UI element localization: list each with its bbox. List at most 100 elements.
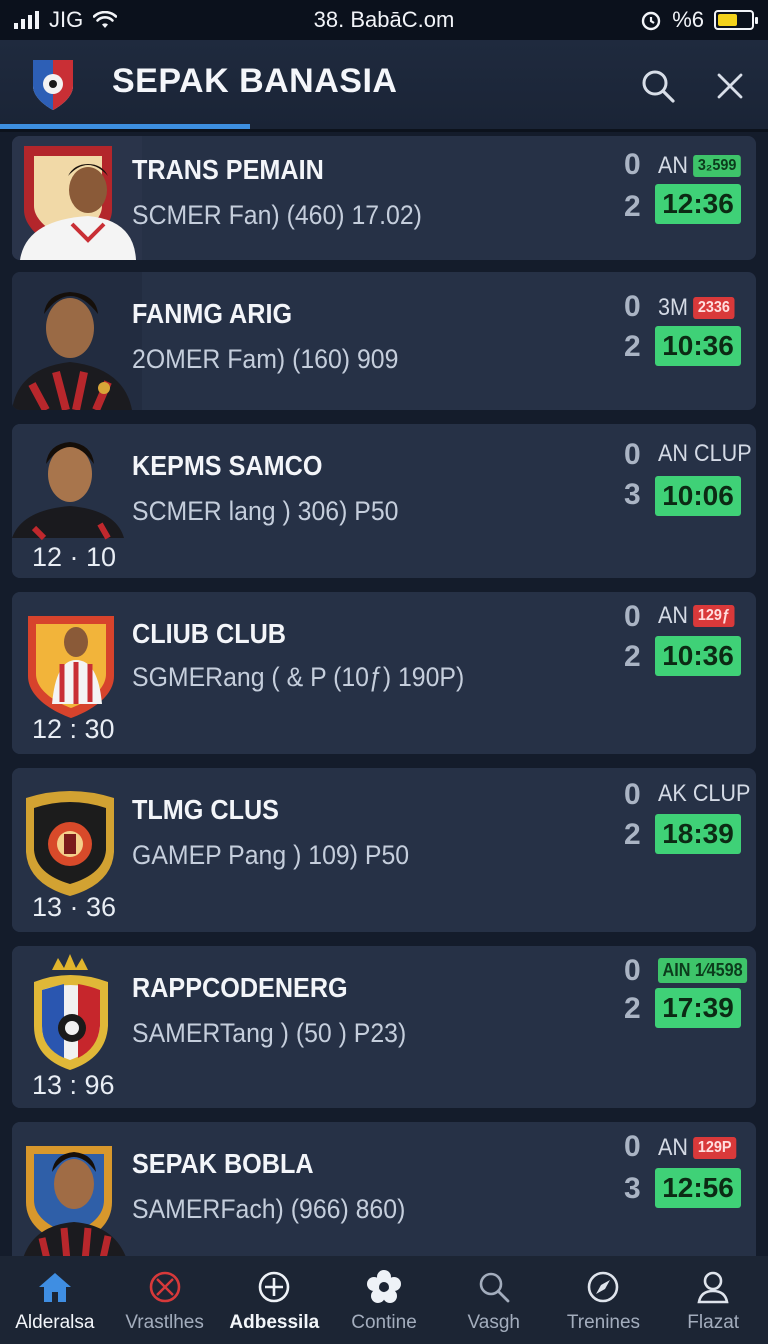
meta-text: AN [658, 602, 689, 629]
kickoff-time: 12 : 30 [32, 714, 115, 744]
tag-badge: 3₂599 [693, 155, 741, 177]
match-name: TRANS PEMAIN [132, 154, 324, 185]
match-card[interactable]: RAPPCODENERG SAMERTang ) (50 ) P23) 13 :… [12, 946, 756, 1108]
meta-text: AN [658, 1134, 689, 1161]
match-meta: AIN 1⁄4598 [658, 958, 748, 986]
match-meta: AN 129ƒ [658, 602, 735, 630]
time-badge: 12:56 [655, 1168, 741, 1208]
time-badge: 10:06 [655, 476, 741, 516]
match-card[interactable]: TRANS PEMAIN SCMER Fan) (460) 17.02) 0 A… [12, 136, 756, 260]
user-icon [694, 1268, 732, 1306]
match-name: CLIUB CLUB [132, 618, 286, 649]
kickoff-time: 13 : 96 [32, 1070, 115, 1100]
match-meta: AN 3₂599 [658, 152, 741, 180]
score-top: 0 [624, 954, 641, 987]
match-subtitle: GAMEP Pang ) 109) P50 [132, 840, 410, 870]
club-crest-logo [33, 60, 73, 110]
score-bottom: 3 [624, 1172, 641, 1205]
status-bar: JIG 38. BabāC.om %6 [0, 0, 768, 40]
nav-label: Contine [351, 1312, 417, 1333]
home-icon [36, 1268, 74, 1306]
match-card[interactable]: TLMG CLUS GAMEP Pang ) 109) P50 13 · 36 … [12, 768, 756, 932]
score-top: 0 [624, 148, 641, 181]
match-name: FANMG ARIG [132, 298, 293, 329]
match-subtitle: SCMER lang ) 306) P50 [132, 496, 399, 526]
bottom-navigation: Alderalsa Vrastlhes Adbessila Contine Va… [0, 1256, 768, 1344]
time-badge: 18:39 [655, 814, 741, 854]
time-badge: 10:36 [655, 636, 741, 676]
nav-item-vasgh[interactable]: Vasgh [439, 1256, 549, 1344]
battery-icon [714, 10, 758, 30]
nav-label: Alderalsa [15, 1312, 95, 1333]
nav-label: Adbessila [229, 1312, 320, 1333]
match-name: RAPPCODENERG [132, 972, 348, 1003]
match-subtitle: SCMER Fan) (460) 17.02) [132, 200, 422, 230]
nav-item-vrastlhes[interactable]: Vrastlhes [110, 1256, 220, 1344]
tag-badge: 129ƒ [693, 605, 735, 627]
ban-icon [146, 1268, 184, 1306]
wifi-icon [93, 11, 118, 28]
match-name: KEPMS SAMCO [132, 450, 323, 481]
tag-badge: 2336 [693, 297, 735, 319]
match-list[interactable]: TRANS PEMAIN SCMER Fan) (460) 17.02) 0 A… [0, 132, 768, 1256]
score-bottom: 2 [624, 818, 641, 851]
status-right: %6 [640, 7, 758, 33]
kickoff-time: 13 · 36 [32, 892, 117, 922]
player-thumbnail [12, 136, 142, 260]
search-icon [642, 70, 675, 103]
flower-icon [365, 1268, 403, 1306]
nav-item-adbessila[interactable]: Adbessila [219, 1256, 329, 1344]
player-thumbnail [12, 1122, 142, 1256]
match-card[interactable]: KEPMS SAMCO SCMER lang ) 306) P50 12 · 1… [12, 424, 756, 578]
match-subtitle: SGMERang ( & P (10ƒ) 190P) [132, 662, 465, 692]
alarm-icon [642, 11, 661, 31]
meta-text: AK CLUP [658, 780, 751, 807]
nav-label: Vasgh [467, 1312, 520, 1333]
close-icon [717, 73, 743, 99]
meta-text: 3M [658, 294, 689, 321]
player-thumbnail [12, 272, 142, 410]
app-header: SEPAK BANASIA [0, 40, 768, 130]
match-subtitle: 2OMER Fam) (160) 909 [132, 344, 399, 374]
signal-icon [14, 11, 39, 29]
tag-badge: AIN 1⁄4598 [658, 958, 748, 983]
match-meta: AN CLUP [658, 440, 752, 468]
nav-item-contine[interactable]: Contine [329, 1256, 439, 1344]
tag-badge: 129P [693, 1137, 737, 1159]
nav-item-home[interactable]: Alderalsa [0, 1256, 110, 1344]
match-meta: AK CLUP [658, 780, 750, 808]
match-subtitle: SAMERTang ) (50 ) P23) [132, 1018, 407, 1048]
nav-label: Trenines [566, 1312, 641, 1333]
app-title: SEPAK BANASIA [112, 62, 398, 100]
match-card[interactable]: FANMG ARIG 2OMER Fam) (160) 909 0 3M 2336… [12, 272, 756, 410]
match-card[interactable]: CLIUB CLUB SGMERang ( & P (10ƒ) 190P) 12… [12, 592, 756, 754]
crosshair-plus-icon [255, 1268, 293, 1306]
carrier-label: JIG [49, 7, 84, 32]
score-bottom: 2 [624, 330, 641, 363]
nav-label: Flazat [687, 1312, 740, 1333]
match-subtitle: SAMERFach) (966) 860) [132, 1194, 406, 1224]
score-bottom: 2 [624, 640, 641, 673]
search-icon [475, 1268, 513, 1306]
nav-item-trenines[interactable]: Trenines [549, 1256, 659, 1344]
meta-text: AN [658, 152, 689, 179]
time-badge: 17:39 [655, 988, 741, 1028]
match-name: SEPAK BOBLA [132, 1148, 314, 1179]
match-meta: AN 129P [658, 1134, 737, 1162]
score-bottom: 3 [624, 478, 641, 511]
match-card[interactable]: SEPAK BOBLA SAMERFach) (966) 860) 0 AN 12… [12, 1122, 756, 1256]
nav-label: Vrastlhes [125, 1312, 204, 1333]
meta-text: AN CLUP [658, 440, 752, 467]
score-bottom: 2 [624, 992, 641, 1025]
kickoff-time: 12 · 10 [32, 542, 117, 572]
score-top: 0 [624, 600, 641, 633]
time-badge: 10:36 [655, 326, 741, 366]
compass-icon [584, 1268, 622, 1306]
score-top: 0 [624, 778, 641, 811]
header-search-button[interactable] [634, 62, 682, 110]
status-left: JIG [14, 7, 118, 33]
nav-item-flazat[interactable]: Flazat [658, 1256, 768, 1344]
score-bottom: 2 [624, 190, 641, 223]
header-close-button[interactable] [706, 62, 754, 110]
match-meta: 3M 2336 [658, 294, 735, 322]
